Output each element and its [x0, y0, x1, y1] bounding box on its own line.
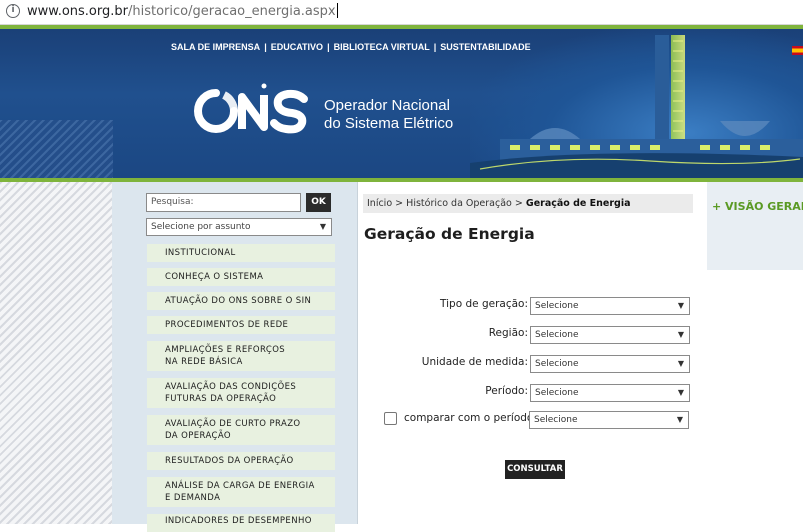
- unidade-de-medida-select[interactable]: Selecione ▼: [530, 355, 690, 373]
- breadcrumb: Início > Histórico da Operação > Geração…: [363, 194, 693, 213]
- nav-biblioteca-virtual[interactable]: BIBLIOTECA VIRTUAL: [334, 42, 430, 52]
- nav-sustentabilidade[interactable]: SUSTENTABILIDADE: [440, 42, 530, 52]
- sidebar-item-label: ATUAÇÃO DO ONS SOBRE O SIN: [165, 295, 312, 306]
- breadcrumb-separator: >: [395, 198, 404, 209]
- sidebar-item-label: AVALIAÇÃO DAS CONDIÇÕES: [165, 381, 297, 392]
- subject-select-value: Selecione por assunto: [151, 222, 251, 232]
- sidebar-item-avaliacao-curto-prazo[interactable]: AVALIAÇÃO DE CURTO PRAZO DA OPERAÇÃO: [147, 415, 335, 445]
- compare-period-label: comparar com o período:: [404, 412, 537, 424]
- logo-text-line2: do Sistema Elétrico: [324, 115, 454, 132]
- sidebar-item-label: CONHEÇA O SISTEMA: [165, 271, 264, 282]
- nav-separator: |: [327, 42, 330, 52]
- nav-separator: |: [264, 42, 267, 52]
- sidebar-item-label: AMPLIAÇÕES E REFORÇOS: [165, 344, 286, 355]
- sidebar-item-label: AVALIAÇÃO DE CURTO PRAZO: [165, 418, 301, 429]
- chevron-down-icon: ▼: [677, 301, 684, 310]
- sidebar-item-procedimentos-de-rede[interactable]: PROCEDIMENTOS DE REDE: [147, 316, 335, 334]
- chevron-down-icon: ▼: [677, 388, 684, 397]
- sidebar-item-resultados-da-operacao[interactable]: RESULTADOS DA OPERAÇÃO: [147, 452, 335, 470]
- sidebar-item-institucional[interactable]: INSTITUCIONAL: [147, 244, 335, 262]
- search-ok-button[interactable]: OK: [306, 193, 331, 212]
- select-value: Selecione: [535, 330, 579, 340]
- address-bar[interactable]: i www.ons.org.br/historico/geracao_energ…: [0, 0, 803, 25]
- sidebar-item-label-line2: DA OPERAÇÃO: [165, 431, 232, 441]
- consultar-button[interactable]: CONSULTAR: [505, 460, 565, 479]
- text-caret: [336, 3, 338, 18]
- tipo-de-geracao-label: Tipo de geração:: [440, 298, 528, 310]
- chevron-down-icon: ▼: [677, 359, 684, 368]
- header-hatch-pattern: [0, 120, 113, 178]
- sidebar-item-avaliacao-condicoes-futuras[interactable]: AVALIAÇÃO DAS CONDIÇÕES FUTURAS DA OPERAÇ…: [147, 378, 335, 408]
- select-value: Selecione: [535, 359, 579, 369]
- nav-educativo[interactable]: EDUCATIVO: [271, 42, 323, 52]
- nav-sala-de-imprensa[interactable]: SALA DE IMPRENSA: [171, 42, 260, 52]
- sidebar-item-ampliacoes-e-reforcos[interactable]: AMPLIAÇÕES E REFORÇOS NA REDE BÁSICA: [147, 341, 335, 371]
- logo-text-line1: Operador Nacional: [324, 97, 450, 114]
- ons-logo[interactable]: [194, 83, 314, 135]
- sidebar-item-analise-da-carga[interactable]: ANÁLISE DA CARGA DE ENERGIA E DEMANDA: [147, 477, 335, 507]
- sidebar-item-label: INSTITUCIONAL: [165, 247, 236, 258]
- url-path: /historico/geracao_energia.aspx: [128, 4, 336, 19]
- url-host: www.ons.org.br: [27, 4, 128, 19]
- select-value: Selecione: [534, 415, 578, 425]
- page-title: Geração de Energia: [364, 225, 535, 243]
- chevron-down-icon: ▼: [319, 222, 326, 231]
- unidade-de-medida-label: Unidade de medida:: [421, 356, 528, 368]
- chevron-down-icon: ▼: [677, 330, 684, 339]
- right-panel: [707, 182, 803, 270]
- left-hatch-pattern: [0, 182, 112, 524]
- compare-period-checkbox[interactable]: [384, 412, 397, 425]
- logo-wordmark: Operador Nacional do Sistema Elétrico: [324, 97, 453, 133]
- sidebar-item-indicadores-de-desempenho[interactable]: INDICADORES DE DESEMPENHO: [147, 514, 335, 532]
- nav-separator: |: [433, 42, 437, 52]
- sidebar-item-label-line2: NA REDE BÁSICA: [165, 357, 243, 367]
- sidebar-item-label-line2: E DEMANDA: [165, 493, 221, 503]
- sidebar-item-label: RESULTADOS DA OPERAÇÃO: [165, 455, 294, 466]
- regiao-label: Região:: [488, 327, 528, 339]
- tipo-de-geracao-select[interactable]: Selecione ▼: [530, 297, 690, 315]
- site-header: SALA DE IMPRENSA | EDUCATIVO | BIBLIOTECA VI…: [0, 25, 803, 178]
- sidebar-item-label-line2: FUTURAS DA OPERAÇÃO: [165, 394, 277, 404]
- top-navigation: SALA DE IMPRENSA | EDUCATIVO | BIBLIOTECA VI…: [171, 42, 531, 52]
- periodo-select[interactable]: Selecione ▼: [530, 384, 690, 402]
- breadcrumb-home[interactable]: Início: [367, 198, 392, 209]
- visao-geral-link[interactable]: + VISÃO GERAL: [712, 200, 803, 213]
- sidebar-divider: [357, 182, 358, 524]
- select-value: Selecione: [535, 301, 579, 311]
- spanish-flag-icon[interactable]: [792, 46, 803, 55]
- sidebar-item-conheca-o-sistema[interactable]: CONHEÇA O SISTEMA: [147, 268, 335, 286]
- breadcrumb-current: Geração de Energia: [525, 198, 631, 209]
- subject-select[interactable]: Selecione por assunto ▼: [146, 218, 332, 236]
- regiao-select[interactable]: Selecione ▼: [530, 326, 690, 344]
- periodo-label: Período:: [485, 385, 528, 397]
- info-icon[interactable]: i: [6, 4, 20, 18]
- compare-period-select[interactable]: Selecione ▼: [529, 411, 689, 429]
- search-input[interactable]: Pesquisa:: [146, 193, 301, 212]
- sidebar-item-label: INDICADORES DE DESEMPENHO: [165, 516, 312, 526]
- sidebar-item-label: PROCEDIMENTOS DE REDE: [165, 319, 289, 330]
- sidebar-item-atuacao-do-ons[interactable]: ATUAÇÃO DO ONS SOBRE O SIN: [147, 292, 335, 310]
- url-text[interactable]: www.ons.org.br/historico/geracao_energia…: [27, 3, 338, 19]
- sidebar-item-label: ANÁLISE DA CARGA DE ENERGIA: [165, 480, 315, 491]
- breadcrumb-separator: >: [514, 198, 523, 209]
- chevron-down-icon: ▼: [676, 415, 683, 424]
- breadcrumb-section[interactable]: Histórico da Operação: [406, 198, 512, 209]
- select-value: Selecione: [535, 388, 579, 398]
